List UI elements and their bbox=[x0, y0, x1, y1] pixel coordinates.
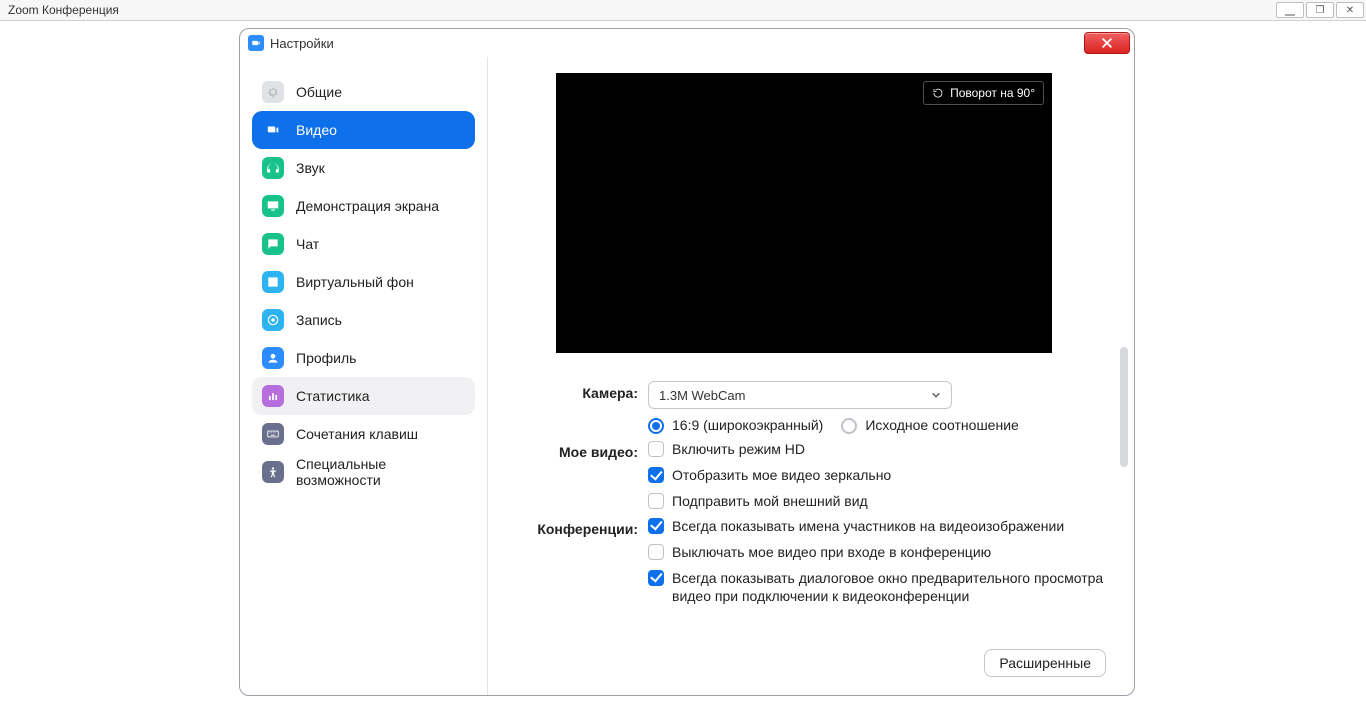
mute-on-entry-checkbox[interactable]: Выключать мое видео при входе в конферен… bbox=[648, 543, 1106, 561]
sidebar-item-label: Общие bbox=[296, 84, 342, 100]
checkbox-label: Подправить мой внешний вид bbox=[672, 492, 868, 510]
checkbox-label: Выключать мое видео при входе в конферен… bbox=[672, 543, 991, 561]
scrollbar-thumb[interactable] bbox=[1120, 347, 1128, 467]
row-my-video: Мое видео: Включить режим HD Отобразить … bbox=[516, 440, 1106, 511]
enable-hd-checkbox[interactable]: Включить режим HD bbox=[648, 440, 1106, 458]
app-titlebar: Zoom Конференция ⎽ ❐ ✕ bbox=[0, 0, 1366, 21]
app-title: Zoom Конференция bbox=[8, 3, 119, 17]
checkbox-label: Отобразить мое видео зеркально bbox=[672, 466, 891, 484]
camera-label: Камера: bbox=[516, 381, 648, 401]
checkbox-icon bbox=[648, 518, 664, 534]
sidebar-item-label: Статистика bbox=[296, 388, 370, 404]
sidebar-item-label: Виртуальный фон bbox=[296, 274, 414, 290]
camera-selected-value: 1.3M WebCam bbox=[659, 388, 745, 403]
sidebar-item-label: Профиль bbox=[296, 350, 356, 366]
keyboard-icon bbox=[262, 423, 284, 445]
checkbox-icon bbox=[648, 493, 664, 509]
sidebar-item-label: Специальные возможности bbox=[296, 456, 465, 488]
sidebar-item-recording[interactable]: Запись bbox=[252, 301, 475, 339]
dialog-title: Настройки bbox=[270, 36, 334, 51]
close-button[interactable]: ✕ bbox=[1336, 2, 1364, 18]
window-buttons: ⎽ ❐ ✕ bbox=[1276, 2, 1364, 18]
touch-up-checkbox[interactable]: Подправить мой внешний вид bbox=[648, 492, 1106, 510]
checkbox-label: Всегда показывать диалоговое окно предва… bbox=[672, 569, 1106, 605]
my-video-label: Мое видео: bbox=[516, 440, 648, 460]
sidebar-item-general[interactable]: Общие bbox=[252, 73, 475, 111]
advanced-button[interactable]: Расширенные bbox=[984, 649, 1106, 677]
checkbox-icon bbox=[648, 467, 664, 483]
record-icon bbox=[262, 309, 284, 331]
radio-label: 16:9 (широкоэкранный) bbox=[672, 417, 823, 433]
sidebar-item-label: Видео bbox=[296, 122, 337, 138]
sidebar-item-accessibility[interactable]: Специальные возможности bbox=[252, 453, 475, 491]
person-frame-icon bbox=[262, 271, 284, 293]
advanced-button-label: Расширенные bbox=[999, 655, 1091, 671]
aspect-ratio-original-radio[interactable]: Исходное соотношение bbox=[841, 417, 1018, 434]
accessibility-icon bbox=[262, 461, 284, 483]
rotate-90-button[interactable]: Поворот на 90° bbox=[923, 81, 1044, 105]
checkbox-label: Всегда показывать имена участников на ви… bbox=[672, 517, 1064, 535]
minimize-button[interactable]: ⎽ bbox=[1276, 2, 1304, 18]
mirror-video-checkbox[interactable]: Отобразить мое видео зеркально bbox=[648, 466, 1106, 484]
chat-icon bbox=[262, 233, 284, 255]
checkbox-label: Включить режим HD bbox=[672, 440, 805, 458]
sidebar-item-statistics[interactable]: Статистика bbox=[252, 377, 475, 415]
preview-dialog-checkbox[interactable]: Всегда показывать диалоговое окно предва… bbox=[648, 569, 1106, 605]
camera-select[interactable]: 1.3M WebCam bbox=[648, 381, 952, 409]
row-camera: Камера: 1.3M WebCam 16:9 (широкоэкранный… bbox=[516, 381, 1106, 434]
sidebar-item-label: Сочетания клавиш bbox=[296, 426, 418, 442]
chevron-down-icon bbox=[931, 390, 941, 400]
radio-label: Исходное соотношение bbox=[865, 417, 1018, 433]
sidebar-item-label: Чат bbox=[296, 236, 319, 252]
sidebar-item-profile[interactable]: Профиль bbox=[252, 339, 475, 377]
sidebar-item-shortcuts[interactable]: Сочетания клавиш bbox=[252, 415, 475, 453]
sidebar-item-share-screen[interactable]: Демонстрация экрана bbox=[252, 187, 475, 225]
row-meetings: Конференции: Всегда показывать имена уча… bbox=[516, 517, 1106, 606]
radio-icon bbox=[841, 418, 857, 434]
maximize-button[interactable]: ❐ bbox=[1306, 2, 1334, 18]
sidebar-item-label: Звук bbox=[296, 160, 325, 176]
dialog-titlebar: Настройки bbox=[240, 29, 1134, 57]
sidebar-item-label: Запись bbox=[296, 312, 342, 328]
rotate-90-label: Поворот на 90° bbox=[950, 86, 1035, 100]
headphones-icon bbox=[262, 157, 284, 179]
profile-icon bbox=[262, 347, 284, 369]
share-screen-icon bbox=[262, 195, 284, 217]
dialog-close-button[interactable] bbox=[1084, 32, 1130, 54]
checkbox-icon bbox=[648, 570, 664, 586]
sidebar-item-video[interactable]: Видео bbox=[252, 111, 475, 149]
video-icon bbox=[262, 119, 284, 141]
aspect-ratio-wide-radio[interactable]: 16:9 (широкоэкранный) bbox=[648, 417, 823, 434]
video-preview: Поворот на 90° bbox=[556, 73, 1052, 353]
settings-dialog: Настройки Общие Видео bbox=[239, 28, 1135, 696]
sidebar-item-virtual-background[interactable]: Виртуальный фон bbox=[252, 263, 475, 301]
stats-icon bbox=[262, 385, 284, 407]
zoom-icon bbox=[248, 35, 264, 51]
checkbox-icon bbox=[648, 544, 664, 560]
radio-icon bbox=[648, 418, 664, 434]
settings-sidebar: Общие Видео Звук Демонстрация экрана bbox=[240, 57, 488, 695]
show-names-checkbox[interactable]: Всегда показывать имена участников на ви… bbox=[648, 517, 1106, 535]
settings-main: Поворот на 90° Камера: 1.3M WebCam bbox=[488, 57, 1134, 695]
gear-icon bbox=[262, 81, 284, 103]
checkbox-icon bbox=[648, 441, 664, 457]
meetings-label: Конференции: bbox=[516, 517, 648, 537]
sidebar-item-label: Демонстрация экрана bbox=[296, 198, 439, 214]
sidebar-item-audio[interactable]: Звук bbox=[252, 149, 475, 187]
sidebar-item-chat[interactable]: Чат bbox=[252, 225, 475, 263]
